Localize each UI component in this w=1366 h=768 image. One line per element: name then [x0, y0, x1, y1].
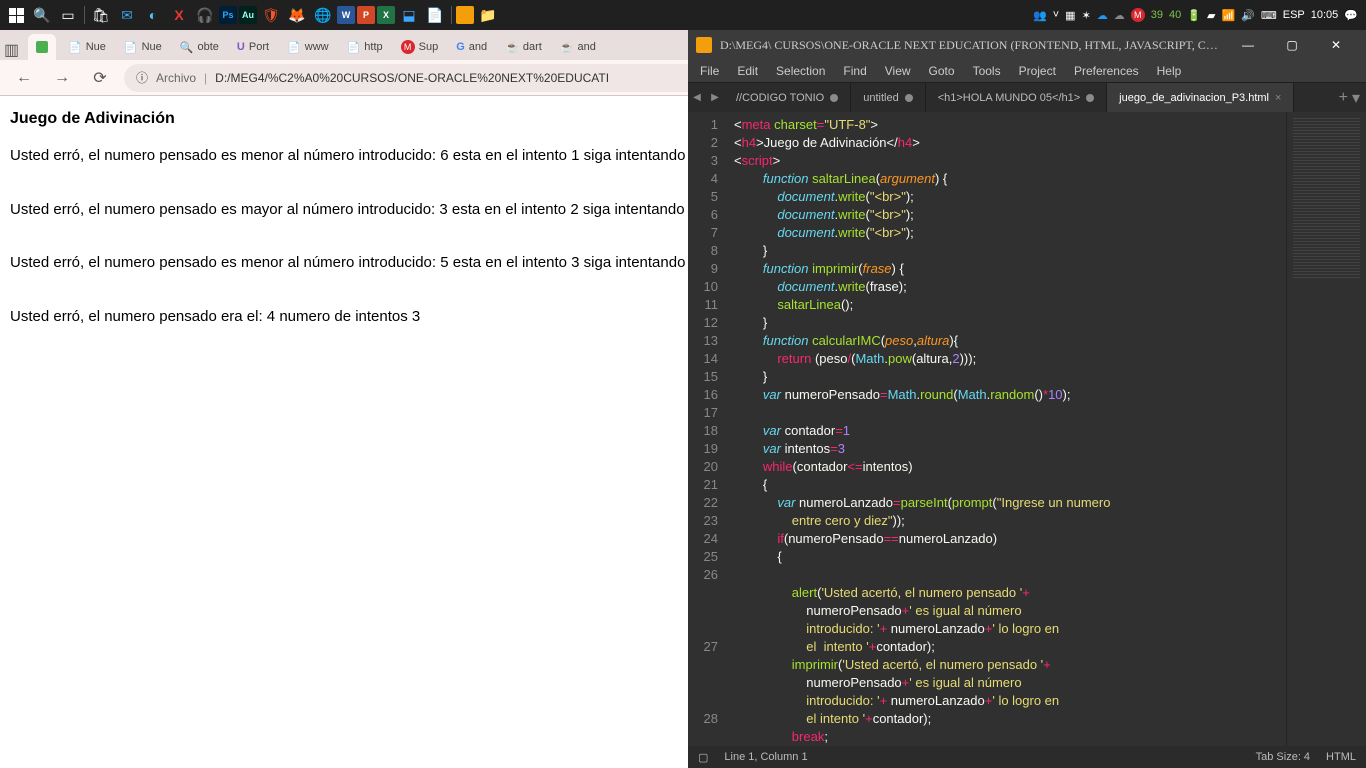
menu-find[interactable]: Find: [835, 62, 874, 80]
tray-app-icon[interactable]: ▦: [1065, 9, 1075, 22]
minimize-button[interactable]: ―: [1226, 30, 1270, 60]
tray-sync-icon[interactable]: ✶: [1082, 9, 1091, 22]
modified-dot-icon: [905, 94, 913, 102]
menu-view[interactable]: View: [877, 62, 919, 80]
excel-icon[interactable]: X: [377, 6, 395, 24]
back-button[interactable]: ←: [10, 64, 38, 92]
photoshop-icon[interactable]: Ps: [219, 6, 237, 24]
tray-cloud-icon[interactable]: ☁: [1114, 9, 1125, 22]
search-icon[interactable]: 🔍: [30, 3, 54, 27]
editor-area[interactable]: 1 2 3 4 5 6 7 8 9 10 11 12 13 14 15 16 1…: [688, 112, 1366, 746]
browser-tab[interactable]: 📄www: [279, 34, 337, 60]
sublime-menubar: File Edit Selection Find View Goto Tools…: [688, 60, 1366, 82]
people-icon[interactable]: 👥: [1033, 9, 1047, 22]
menu-tools[interactable]: Tools: [965, 62, 1009, 80]
windows-taskbar: 🔍 ▭ 🛍 ✉ ◐ X 🎧 Ps Au 🛡 🦊 🌐 W P X ⬓ 📄 📁 👥 …: [0, 0, 1366, 30]
ime-icon[interactable]: ⌨: [1261, 9, 1277, 22]
code-area[interactable]: <meta charset="UTF-8"> <h4>Juego de Adiv…: [728, 112, 1286, 746]
audition-icon[interactable]: Au: [239, 6, 257, 24]
close-tab-icon[interactable]: ×: [1275, 92, 1281, 104]
vscode-icon[interactable]: ⬓: [397, 3, 421, 27]
browser-tab[interactable]: 📄Nue: [116, 34, 170, 60]
tray-stat-1: 39: [1151, 9, 1163, 21]
volume-icon[interactable]: 🔊: [1241, 9, 1255, 22]
edge-icon[interactable]: ◐: [141, 3, 165, 27]
network-icon[interactable]: ▰: [1207, 9, 1215, 22]
editor-tab[interactable]: //CODIGO TONIO: [724, 83, 851, 112]
word-icon[interactable]: W: [337, 6, 355, 24]
language-indicator[interactable]: ESP: [1283, 9, 1305, 21]
browser-tab[interactable]: [28, 34, 56, 60]
brave-icon[interactable]: 🛡: [259, 3, 283, 27]
url-scheme: Archivo: [156, 71, 196, 85]
browser-tab[interactable]: 📄http: [339, 34, 391, 60]
line-gutter: 1 2 3 4 5 6 7 8 9 10 11 12 13 14 15 16 1…: [688, 112, 728, 746]
editor-tab-active[interactable]: juego_de_adivinacion_P3.html×: [1107, 83, 1294, 112]
mail-icon[interactable]: ✉: [115, 3, 139, 27]
info-icon: ⓘ: [136, 69, 148, 86]
browser-tab[interactable]: Gand: [448, 34, 495, 60]
taskview-icon[interactable]: ▭: [56, 3, 80, 27]
tab-menu-icon[interactable]: ▾: [1352, 88, 1360, 108]
tab-scroll-right[interactable]: ▶: [706, 83, 724, 112]
syntax-mode[interactable]: HTML: [1326, 751, 1356, 763]
editor-tab[interactable]: <h1>HOLA MUNDO 05</h1>: [926, 83, 1107, 112]
forward-button[interactable]: →: [48, 64, 76, 92]
powerpoint-icon[interactable]: P: [357, 6, 375, 24]
explorer-icon[interactable]: 📁: [476, 3, 500, 27]
editor-tab[interactable]: untitled: [851, 83, 925, 112]
notifications-icon[interactable]: 💬: [1344, 9, 1358, 22]
menu-edit[interactable]: Edit: [729, 62, 766, 80]
minimap[interactable]: [1286, 112, 1366, 746]
menu-help[interactable]: Help: [1149, 62, 1190, 80]
browser-tab[interactable]: ☕and: [552, 34, 604, 60]
modified-dot-icon: [1086, 94, 1094, 102]
browser-tab[interactable]: 📄Nue: [60, 34, 114, 60]
close-button[interactable]: ✕: [1314, 30, 1358, 60]
store-icon[interactable]: 🛍: [89, 3, 113, 27]
cursor-position[interactable]: Line 1, Column 1: [724, 751, 807, 763]
mega-tray-icon[interactable]: M: [1131, 8, 1145, 22]
maximize-button[interactable]: ▢: [1270, 30, 1314, 60]
firefox-icon[interactable]: 🦊: [285, 3, 309, 27]
clock[interactable]: 10:05: [1311, 9, 1339, 21]
browser-tab[interactable]: UPort: [229, 34, 277, 60]
onedrive-icon[interactable]: ☁: [1097, 9, 1108, 22]
sublime-titlebar: D:\MEG4\ CURSOS\ONE-ORACLE NEXT EDUCATIO…: [688, 30, 1366, 60]
menu-project[interactable]: Project: [1011, 62, 1064, 80]
new-tab-button[interactable]: +: [1339, 89, 1348, 107]
battery-icon[interactable]: 🔋: [1187, 9, 1201, 22]
tab-size[interactable]: Tab Size: 4: [1256, 751, 1310, 763]
panel-switch-icon[interactable]: ▢: [698, 751, 708, 764]
x-icon[interactable]: X: [167, 3, 191, 27]
sublime-tabbar: ◀ ▶ //CODIGO TONIO untitled <h1>HOLA MUN…: [688, 82, 1366, 112]
status-bar: ▢ Line 1, Column 1 Tab Size: 4 HTML: [688, 746, 1366, 768]
chrome-icon[interactable]: 🌐: [311, 3, 335, 27]
sublime-logo-icon: [696, 37, 712, 53]
notepad-icon[interactable]: 📄: [423, 3, 447, 27]
menu-goto[interactable]: Goto: [921, 62, 963, 80]
tab-scroll-left[interactable]: ◀: [688, 83, 706, 112]
url-path: D:/MEG4/%C2%A0%20CURSOS/ONE-ORACLE%20NEX…: [215, 71, 609, 85]
tray-chevron-icon[interactable]: ˅: [1053, 9, 1059, 21]
sidebar-toggle-icon[interactable]: ▥: [4, 40, 24, 60]
menu-file[interactable]: File: [692, 62, 727, 80]
browser-tab[interactable]: MSup: [393, 34, 447, 60]
sublime-window: D:\MEG4\ CURSOS\ONE-ORACLE NEXT EDUCATIO…: [688, 30, 1366, 768]
vlc-icon[interactable]: 🎧: [193, 3, 217, 27]
browser-tab[interactable]: ☕dart: [497, 34, 550, 60]
wifi-icon[interactable]: 📶: [1221, 9, 1235, 22]
menu-selection[interactable]: Selection: [768, 62, 833, 80]
modified-dot-icon: [830, 94, 838, 102]
sublime-taskbar-icon[interactable]: [456, 6, 474, 24]
menu-preferences[interactable]: Preferences: [1066, 62, 1147, 80]
start-button[interactable]: [4, 3, 28, 27]
tray-stat-2: 40: [1169, 9, 1181, 21]
window-title: D:\MEG4\ CURSOS\ONE-ORACLE NEXT EDUCATIO…: [720, 38, 1218, 53]
reload-button[interactable]: ⟳: [86, 64, 114, 92]
browser-tab[interactable]: 🔍obte: [172, 34, 227, 60]
